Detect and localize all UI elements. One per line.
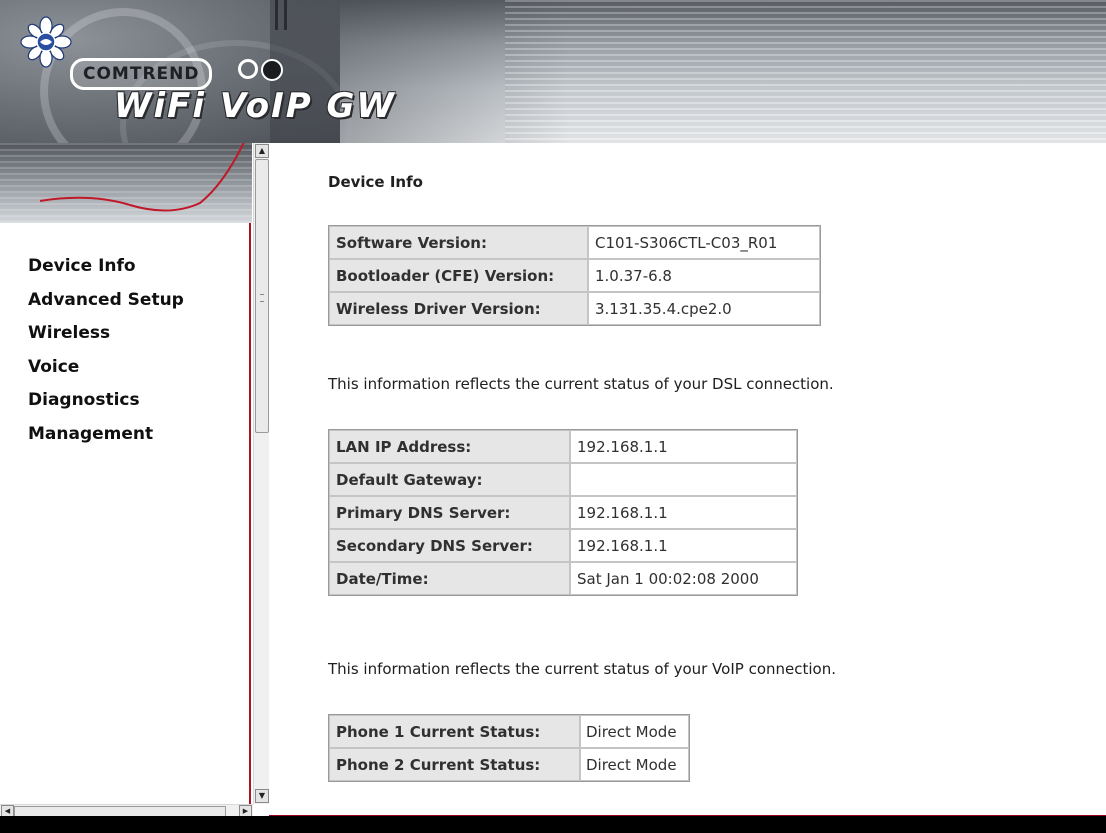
dsl-status-note: This information reflects the current st… xyxy=(328,375,834,393)
software-version-label: Software Version: xyxy=(329,226,588,259)
date-time-value: Sat Jan 1 00:02:08 2000 xyxy=(570,562,797,595)
bottom-black-bar xyxy=(0,816,1106,833)
phone1-status-value: Direct Mode xyxy=(580,715,689,748)
table-row: Date/Time: Sat Jan 1 00:02:08 2000 xyxy=(329,562,797,595)
voip-status-note: This information reflects the current st… xyxy=(328,660,836,678)
banner-stripes xyxy=(505,0,1106,143)
table-row: Phone 1 Current Status: Direct Mode xyxy=(329,715,689,748)
date-time-label: Date/Time: xyxy=(329,562,570,595)
banner-decor-bar xyxy=(284,0,287,30)
wireless-driver-version-value: 3.131.35.4.cpe2.0 xyxy=(588,292,820,325)
table-row: LAN IP Address: 192.168.1.1 xyxy=(329,430,797,463)
main-nav-menu: Device Info Advanced Setup Wireless Voic… xyxy=(28,251,243,452)
phone2-status-value: Direct Mode xyxy=(580,748,689,781)
table-row: Wireless Driver Version: 3.131.35.4.cpe2… xyxy=(329,292,820,325)
nav-item-device-info[interactable]: Device Info xyxy=(28,251,243,285)
banner-decor-bar xyxy=(275,0,278,30)
lan-info-table: LAN IP Address: 192.168.1.1 Default Gate… xyxy=(328,429,798,596)
scroll-grip-icon xyxy=(260,294,264,302)
table-row: Secondary DNS Server: 192.168.1.1 xyxy=(329,529,797,562)
scroll-up-button[interactable]: ▲ xyxy=(255,144,269,158)
nav-item-diagnostics[interactable]: Diagnostics xyxy=(28,385,243,419)
nav-banner-decor xyxy=(0,143,252,223)
software-version-value: C101-S306CTL-C03_R01 xyxy=(588,226,820,259)
comtrend-logo-icon xyxy=(20,16,72,68)
header-banner: COMTREND WiFi VoIP GW xyxy=(0,0,1106,143)
vertical-scroll-thumb[interactable] xyxy=(255,159,269,433)
default-gateway-label: Default Gateway: xyxy=(329,463,570,496)
lan-ip-label: LAN IP Address: xyxy=(329,430,570,463)
wireless-driver-version-label: Wireless Driver Version: xyxy=(329,292,588,325)
primary-dns-label: Primary DNS Server: xyxy=(329,496,570,529)
secondary-dns-value: 192.168.1.1 xyxy=(570,529,797,562)
primary-dns-value: 192.168.1.1 xyxy=(570,496,797,529)
nav-item-advanced-setup[interactable]: Advanced Setup xyxy=(28,285,243,319)
nav-vertical-scrollbar[interactable]: ▲ ▼ xyxy=(253,143,269,804)
bootloader-version-label: Bootloader (CFE) Version: xyxy=(329,259,588,292)
frame-divider xyxy=(249,223,251,816)
nav-item-management[interactable]: Management xyxy=(28,419,243,453)
table-row: Bootloader (CFE) Version: 1.0.37-6.8 xyxy=(329,259,820,292)
table-row: Default Gateway: xyxy=(329,463,797,496)
scroll-down-button[interactable]: ▼ xyxy=(255,789,269,803)
phone2-status-label: Phone 2 Current Status: xyxy=(329,748,580,781)
secondary-dns-label: Secondary DNS Server: xyxy=(329,529,570,562)
nav-frame: Device Info Advanced Setup Wireless Voic… xyxy=(0,143,269,817)
nav-item-voice[interactable]: Voice xyxy=(28,352,243,386)
bootloader-version-value: 1.0.37-6.8 xyxy=(588,259,820,292)
product-name: WiFi VoIP GW xyxy=(114,86,396,126)
table-row: Phone 2 Current Status: Direct Mode xyxy=(329,748,689,781)
default-gateway-value xyxy=(570,463,797,496)
logo-dot-hollow xyxy=(238,59,258,79)
page-title: Device Info xyxy=(328,173,423,191)
table-row: Primary DNS Server: 192.168.1.1 xyxy=(329,496,797,529)
voip-status-table: Phone 1 Current Status: Direct Mode Phon… xyxy=(328,714,690,782)
red-swoosh-decor xyxy=(39,143,245,212)
table-row: Software Version: C101-S306CTL-C03_R01 xyxy=(329,226,820,259)
logo-dot-solid xyxy=(261,59,283,81)
lan-ip-value: 192.168.1.1 xyxy=(570,430,797,463)
software-info-table: Software Version: C101-S306CTL-C03_R01 B… xyxy=(328,225,821,326)
main-content: Device Info Software Version: C101-S306C… xyxy=(269,143,1106,816)
nav-item-wireless[interactable]: Wireless xyxy=(28,318,243,352)
brand-logo-dots xyxy=(238,59,286,81)
phone1-status-label: Phone 1 Current Status: xyxy=(329,715,580,748)
